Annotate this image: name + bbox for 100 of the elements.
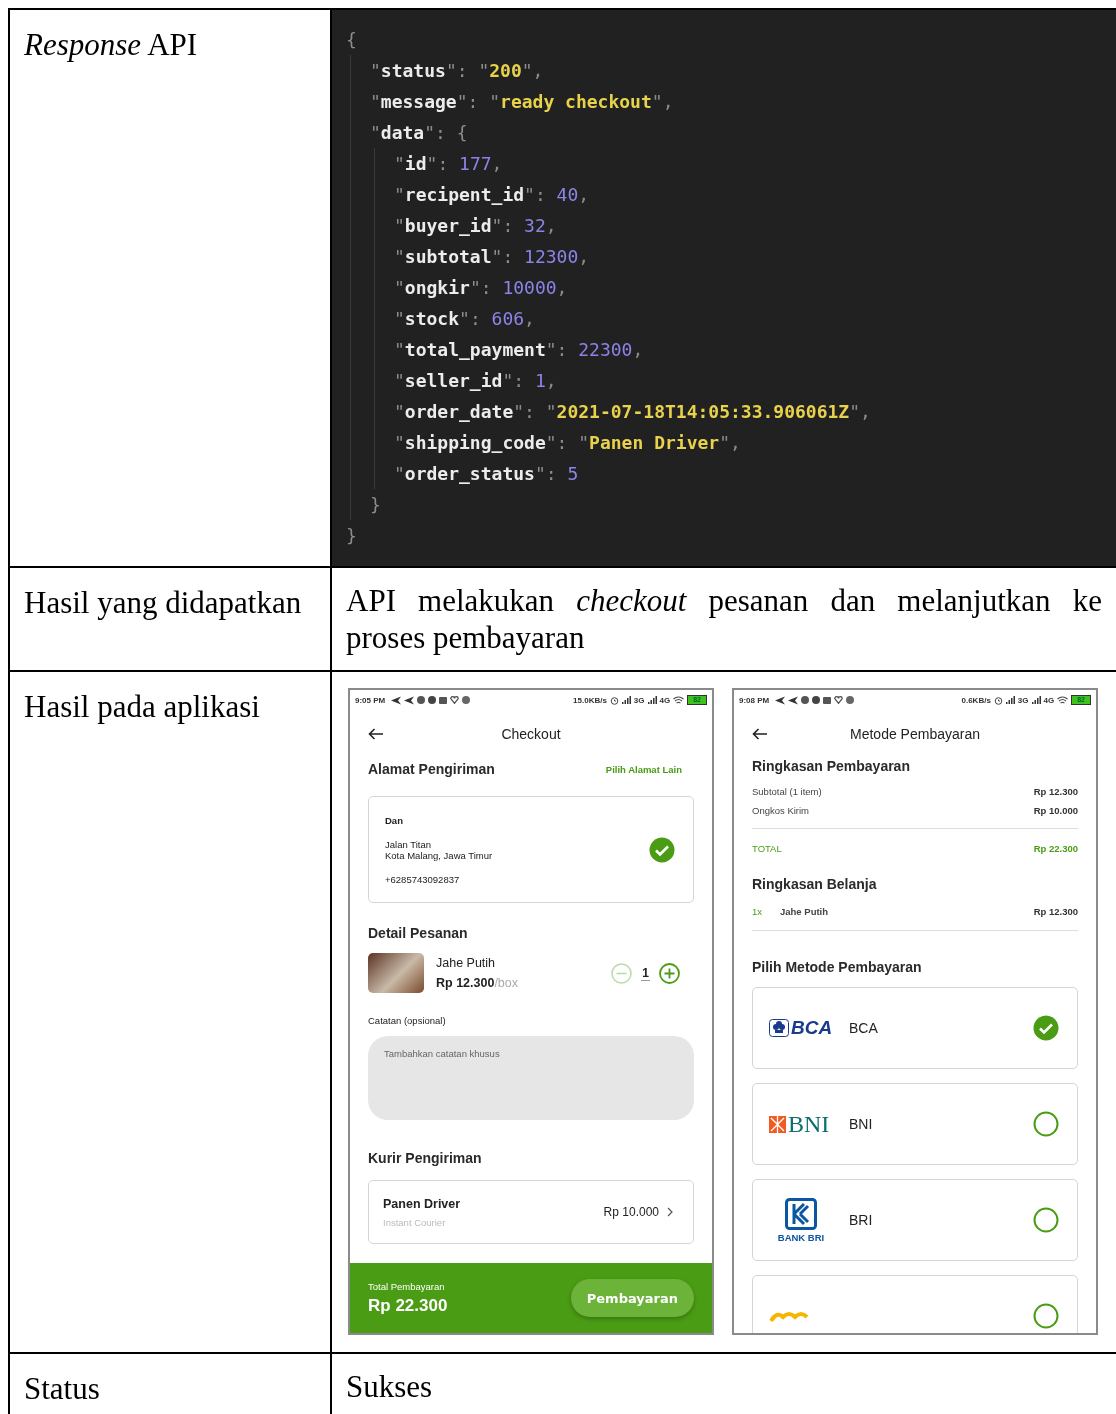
send-icon <box>404 695 415 705</box>
code-line: "data": { <box>370 121 469 145</box>
photo-placeholder <box>368 953 424 993</box>
summary-value: Rp 12.300 <box>1033 786 1078 797</box>
recipient-name: Dan <box>385 814 404 826</box>
code-line: "buyer_id": 32, <box>394 214 558 238</box>
code-line: "order_date": "2021-07-18T14:05:33.906061Z", <box>394 400 872 424</box>
heart-icon <box>834 696 844 704</box>
circle-icon <box>846 696 855 704</box>
row-label: Status <box>24 1370 101 1407</box>
circle-icon <box>801 696 810 704</box>
bag-icon <box>823 696 832 704</box>
signal-icon <box>621 696 631 704</box>
circle-icon <box>417 696 426 704</box>
address-line: Kota Malang, Jawa Timur <box>385 849 494 861</box>
row-label: Response API <box>24 26 199 63</box>
bank-emblem-icon <box>769 1115 786 1133</box>
payment-method-name: BCA <box>849 1020 878 1036</box>
signal-icon <box>1005 696 1015 704</box>
circle-icon <box>812 696 821 704</box>
phone-number: +6285743092837 <box>385 873 461 885</box>
section-heading: Pilih Metode Pembayaran <box>752 959 922 975</box>
section-heading: Ringkasan Belanja <box>752 876 877 892</box>
address-line: Jalan Titan <box>385 838 432 850</box>
alarm-icon <box>609 695 619 705</box>
product-name: Jahe Putih <box>436 956 497 970</box>
network-speed: 15.0KB/s <box>573 695 607 705</box>
send-icon <box>775 695 786 705</box>
status-time: 9:05 PM <box>355 695 386 705</box>
chevron-right-icon <box>667 1207 673 1217</box>
courier-type: Instant Courier <box>383 1216 447 1228</box>
code-line: "recipent_id": 40, <box>394 183 591 207</box>
back-arrow-icon[interactable] <box>752 728 768 740</box>
circle-icon <box>428 696 437 704</box>
network-speed: 0.6KB/s <box>961 695 991 705</box>
total-label: Total Pembayaran <box>368 1280 446 1292</box>
section-heading: Kurir Pengiriman <box>368 1150 482 1166</box>
item-price: Rp 12.300 <box>1033 906 1078 917</box>
code-line: } <box>370 493 382 517</box>
screen-title: Metode Pembayaran <box>850 726 980 742</box>
section-heading: Detail Pesanan <box>368 925 468 941</box>
code-line: "ongkir": 10000, <box>394 276 569 300</box>
payment-method-name: BRI <box>849 1212 873 1228</box>
back-arrow-icon[interactable] <box>368 728 384 740</box>
code-line: "status": "200", <box>370 59 545 83</box>
courier-name: Panen Driver <box>383 1196 462 1211</box>
network-type: 4G <box>659 695 671 705</box>
section-heading: Ringkasan Pembayaran <box>752 758 910 774</box>
code-line: "shipping_code": "Panen Driver", <box>394 431 742 455</box>
payment-method-name: BNI <box>849 1116 873 1132</box>
item-name: Jahe Putih <box>780 906 830 917</box>
row-label: Hasil yang didapatkan <box>24 584 303 621</box>
shipping-price: Rp 10.000 <box>603 1205 659 1219</box>
bank-emblem-icon <box>769 1019 789 1037</box>
bank-logo: BNI <box>788 1110 830 1138</box>
row-value: API melakukan checkout pesanan dan melanjutkan ke proses pembayaran <box>346 582 1102 656</box>
signal-icon <box>647 696 657 704</box>
summary-value: Rp 10.000 <box>1033 805 1078 816</box>
code-line: "order_status": 5 <box>394 462 580 486</box>
alarm-icon <box>993 695 1003 705</box>
code-line: "seller_id": 1, <box>394 369 558 393</box>
total-amount: Rp 22.300 <box>368 1295 449 1316</box>
wifi-icon <box>673 695 685 705</box>
network-type: 3G <box>1017 695 1029 705</box>
choose-address-link[interactable]: Pilih Alamat Lain <box>605 763 682 775</box>
status-time: 9:08 PM <box>739 695 770 705</box>
code-line: "stock": 606, <box>394 307 536 331</box>
payment-method-card[interactable]: BCA BCA <box>752 987 1078 1069</box>
code-line: { <box>346 28 358 52</box>
note-field[interactable]: Tambahkan catatan khusus <box>368 1036 694 1120</box>
bank-emblem-icon <box>769 1309 809 1323</box>
network-type: 3G <box>633 695 645 705</box>
check-icon[interactable] <box>1033 1015 1059 1041</box>
signal-icon <box>1031 696 1041 704</box>
quantity-field[interactable]: 1 <box>641 965 650 981</box>
check-icon[interactable] <box>649 836 675 863</box>
note-label: Catatan (opsional) <box>368 1015 447 1026</box>
row-label: Hasil pada aplikasi <box>24 688 261 725</box>
total-amount: Rp 22.300 <box>1033 843 1078 854</box>
bank-logo: BCA <box>791 1017 833 1039</box>
row-value: Sukses <box>346 1368 434 1405</box>
circle-icon <box>462 696 471 704</box>
radio-icon[interactable] <box>1033 1111 1059 1137</box>
payment-method-card[interactable]: BNI BNI <box>752 1083 1078 1165</box>
plus-icon[interactable] <box>659 962 680 984</box>
bank-emblem-icon <box>785 1197 817 1230</box>
code-line: "total_payment": 22300, <box>394 338 645 362</box>
radio-icon[interactable] <box>1033 1207 1059 1233</box>
bank-logo: BANK BRI <box>777 1231 825 1243</box>
summary-label: Subtotal (1 item) <box>752 786 822 797</box>
screen-title: Checkout <box>501 726 561 742</box>
code-line: "subtotal": 12300, <box>394 245 591 269</box>
send-icon <box>391 695 402 705</box>
code-line: "id": 177, <box>394 152 504 176</box>
code-line: } <box>346 524 358 548</box>
network-type: 4G <box>1043 695 1055 705</box>
courier-card[interactable]: Panen Driver Instant Courier Rp 10.000 <box>368 1180 694 1244</box>
radio-icon[interactable] <box>1033 1303 1059 1329</box>
address-card[interactable]: Dan Jalan Titan Kota Malang, Jawa Timur +6285743092837 <box>368 796 694 903</box>
payment-method-card[interactable]: BANK BRI BRI <box>752 1179 1078 1261</box>
